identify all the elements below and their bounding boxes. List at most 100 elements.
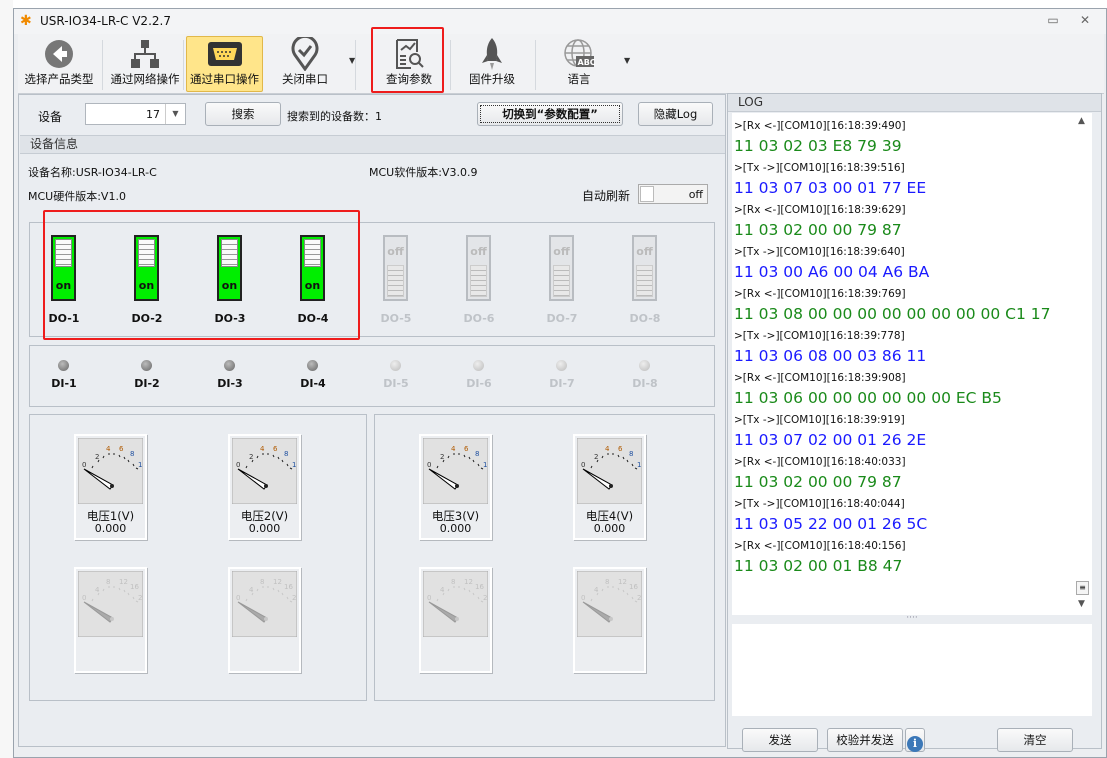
toolbar-network-button[interactable]: 通过网络操作 <box>107 36 183 92</box>
log-entry-header: >[Tx ->][COM10][16:18:39:516] <box>734 162 905 174</box>
minimize-button[interactable]: ▭ <box>1044 13 1062 29</box>
switch-state: off <box>636 245 653 258</box>
splitter[interactable]: ···· <box>732 614 1092 624</box>
digital-input-panel: DI-1 DI-2 DI-3 DI-4 DI-5 DI-6 DI-7 DI-8 <box>29 345 715 407</box>
gauge-tick-label: 16 <box>629 583 638 591</box>
gauge-tick-label: 12 <box>464 578 473 586</box>
do-switch-8[interactable]: off <box>632 235 657 301</box>
log-scrollbar[interactable]: ▲ ≡ ▼ <box>1074 113 1092 615</box>
search-button[interactable]: 搜索 <box>205 102 281 126</box>
switch-to-param-config-button[interactable]: 切换到“参数配置” <box>477 102 623 126</box>
gauge-tick-label: 6 <box>119 445 124 453</box>
location-check-icon <box>270 37 340 71</box>
do-switch-7[interactable]: off <box>549 235 574 301</box>
background-app-strip <box>0 0 13 758</box>
toolbar-globe-abc-button[interactable]: ABC 语言 <box>541 36 617 92</box>
gauge-tick-label: 20 <box>637 594 642 602</box>
window-title: USR-IO34-LR-C V2.2.7 <box>40 14 171 28</box>
toolbar-separator <box>102 40 103 90</box>
di-indicator-8 <box>639 360 650 371</box>
scroll-up-icon[interactable]: ▲ <box>1078 116 1085 126</box>
info-icon: i <box>907 736 923 752</box>
switch-knob <box>387 265 404 297</box>
gauge-tick-label: 2 <box>594 453 598 461</box>
gauge-tick-label: 20 <box>292 594 297 602</box>
toolbar-separator <box>355 40 356 90</box>
chevron-down-icon[interactable]: ▼ <box>165 104 185 124</box>
toolbar-serial-port-button[interactable]: 通过串口操作 <box>186 36 263 92</box>
toolbar-rocket-button[interactable]: 固件升级 <box>456 36 528 92</box>
do-switch-6[interactable]: off <box>466 235 491 301</box>
mcu-hardware-version: MCU硬件版本:V1.0 <box>28 190 126 203</box>
toolbar-location-check-button[interactable]: 关闭串口 <box>269 36 341 92</box>
serial-port-icon <box>187 37 262 71</box>
app-logo-icon: ✱ <box>20 13 32 29</box>
chevron-down-icon[interactable]: ▼ <box>349 56 355 65</box>
main-panel: 设备 17 ▼ 搜索 搜索到的设备数：1 切换到“参数配置” 隐藏Log 设备信… <box>18 94 726 747</box>
gauge-tick-label: 10 <box>138 461 143 469</box>
gauge-tick-label: 0 <box>236 461 240 469</box>
gauge-tick-label: 0 <box>82 461 86 469</box>
voltage-gauge-4: 0246810电压4(V)0.000 <box>573 434 646 540</box>
highlight-query-params <box>371 27 444 93</box>
clear-button[interactable]: 清空 <box>997 728 1073 752</box>
log-entry-header: >[Rx <-][COM10][16:18:39:908] <box>734 372 906 384</box>
network-icon <box>108 37 182 71</box>
device-name: 设备名称:USR-IO34-LR-C <box>28 166 157 179</box>
voltage-gauge-1: 0246810电压1(V)0.000 <box>74 434 147 540</box>
gauge-tick-label: 2 <box>95 453 99 461</box>
gauge-tick-label: 16 <box>284 583 293 591</box>
gauge-value: 0.000 <box>439 522 472 535</box>
hide-log-button[interactable]: 隐藏Log <box>638 102 713 126</box>
gauge-tick-label: 0 <box>236 594 240 602</box>
gauge-tick-label: 4 <box>440 586 445 594</box>
do-label: DO-5 <box>380 312 412 325</box>
gauge-panel-right: 0246810电压3(V)0.0000246810电压4(V)0.0000481… <box>374 414 715 701</box>
log-entry-data: 11 03 06 08 00 03 86 11 <box>734 347 927 365</box>
switch-knob <box>470 265 487 297</box>
di-indicator-6 <box>473 360 484 371</box>
gauge-tick-label: 8 <box>106 578 110 586</box>
log-entry-header: >[Rx <-][COM10][16:18:39:629] <box>734 204 906 216</box>
gauge-tick-label: 6 <box>618 445 623 453</box>
verify-send-button[interactable]: 校验并发送 <box>827 728 903 752</box>
di-label: DI-2 <box>134 377 160 390</box>
device-combobox[interactable]: 17 ▼ <box>85 103 186 125</box>
auto-refresh-toggle[interactable]: off <box>638 184 708 204</box>
log-entry-header: >[Tx ->][COM10][16:18:39:919] <box>734 414 905 426</box>
log-entry-header: >[Tx ->][COM10][16:18:39:640] <box>734 246 905 258</box>
found-count: 搜索到的设备数：1 <box>287 110 382 123</box>
scroll-thumb[interactable]: ≡ <box>1076 581 1089 595</box>
send-input[interactable] <box>732 624 1092 716</box>
switch-knob <box>636 265 653 297</box>
gauge-tick-label: 2 <box>249 453 253 461</box>
chevron-down-icon[interactable]: ▼ <box>624 56 630 65</box>
do-switch-5[interactable]: off <box>383 235 408 301</box>
auto-refresh-label: 自动刷新 <box>582 189 631 203</box>
close-button[interactable]: ✕ <box>1076 13 1094 29</box>
toolbar-label: 选择产品类型 <box>24 72 94 86</box>
info-button[interactable]: i <box>905 728 925 752</box>
title-bar: ✱ USR-IO34-LR-C V2.2.7 ▭ ✕ <box>14 9 1106 34</box>
di-label: DI-3 <box>217 377 243 390</box>
do-label: DO-6 <box>463 312 495 325</box>
switch-knob <box>553 265 570 297</box>
scroll-down-icon[interactable]: ▼ <box>1078 599 1085 609</box>
send-button[interactable]: 发送 <box>742 728 818 752</box>
gauge-tick-label: 4 <box>106 445 111 453</box>
gauge-tick-label: 4 <box>594 586 599 594</box>
voltage-gauge-7: 0 48 1216 20 <box>419 567 492 673</box>
gauge-value: 0.000 <box>94 522 127 535</box>
gauge-tick-label: 12 <box>119 578 128 586</box>
gauge-tick-label: 4 <box>451 445 456 453</box>
gauge-value: 0.000 <box>593 522 626 535</box>
log-entry-header: >[Rx <-][COM10][16:18:39:490] <box>734 120 906 132</box>
switch-state: off <box>553 245 570 258</box>
toolbar-label: 固件升级 <box>469 72 515 86</box>
gauge-tick-label: 16 <box>475 583 484 591</box>
toggle-thumb <box>640 186 654 202</box>
toolbar-back-arrow-button[interactable]: 选择产品类型 <box>20 36 98 92</box>
gauge-tick-label: 20 <box>483 594 488 602</box>
gauge-tick-label: 8 <box>130 450 134 458</box>
log-output[interactable]: >[Rx <-][COM10][16:18:39:490] 11 03 02 03… <box>732 113 1092 615</box>
